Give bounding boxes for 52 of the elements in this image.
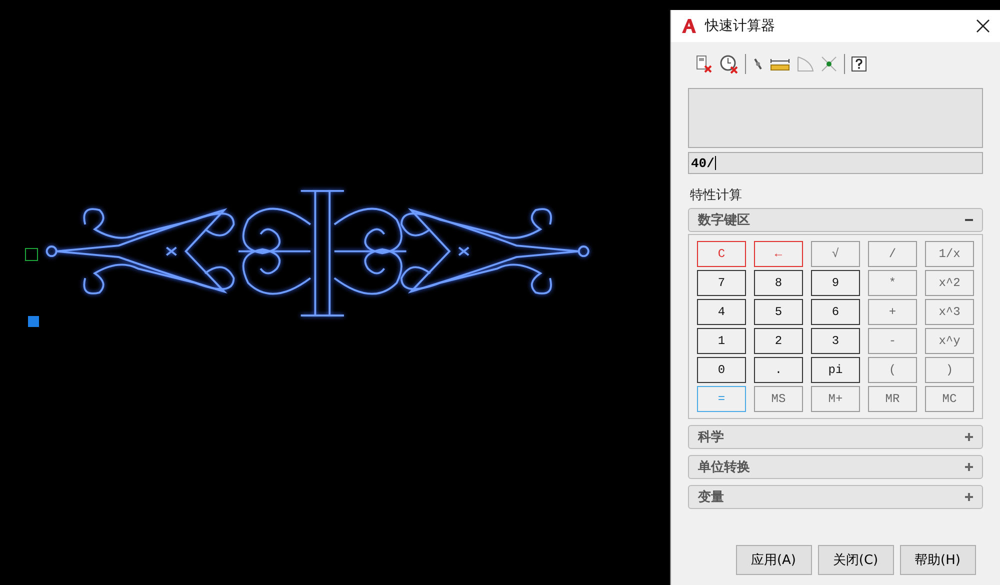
keypad-key[interactable]: 9 (811, 270, 860, 296)
keypad-key[interactable]: MC (925, 386, 974, 412)
keypad-key[interactable]: 6 (811, 299, 860, 325)
clear-icon[interactable] (695, 55, 713, 73)
keypad-key[interactable]: √ (811, 241, 860, 267)
keypad-key[interactable]: 2 (754, 328, 803, 354)
keypad-key[interactable]: * (868, 270, 917, 296)
section-label: 特性计算 (690, 187, 743, 204)
keypad-key[interactable]: ( (868, 357, 917, 383)
keypad-key[interactable]: 5 (754, 299, 803, 325)
keypad-key[interactable]: 4 (697, 299, 746, 325)
grip-handle[interactable] (28, 316, 39, 327)
keypad-key[interactable]: 0 (697, 357, 746, 383)
keypad-key[interactable]: ) (925, 357, 974, 383)
ruler-icon[interactable] (770, 57, 790, 71)
keypad-key[interactable]: 3 (811, 328, 860, 354)
app-logo-icon (681, 18, 697, 34)
keypad-key[interactable]: x^3 (925, 299, 974, 325)
keypad-key[interactable]: C (697, 241, 746, 267)
expand-icon[interactable] (964, 432, 974, 442)
keypad-key[interactable]: 1 (697, 328, 746, 354)
keypad-key[interactable]: pi (811, 357, 860, 383)
keypad-key[interactable]: x^2 (925, 270, 974, 296)
keypad-key[interactable]: 8 (754, 270, 803, 296)
section-header[interactable]: 科学 (688, 425, 983, 449)
dialog-button[interactable]: 应用(A) (736, 545, 812, 575)
grip-handle[interactable] (25, 248, 38, 261)
expression-input-field[interactable]: 40/ (688, 152, 983, 174)
keypad-key[interactable]: / (868, 241, 917, 267)
section-header[interactable]: 变量 (688, 485, 983, 509)
pick-point-icon[interactable] (752, 56, 764, 72)
expand-icon[interactable] (964, 492, 974, 502)
keypad-key[interactable]: 1/x (925, 241, 974, 267)
keypad-key[interactable]: x^y (925, 328, 974, 354)
section-header[interactable]: 单位转换 (688, 455, 983, 479)
window-title: 快速计算器 (705, 17, 776, 35)
keypad-key[interactable]: MR (868, 386, 917, 412)
close-icon[interactable] (976, 19, 990, 33)
keypad-key[interactable]: MS (754, 386, 803, 412)
dialog-button[interactable]: 帮助(H) (900, 545, 976, 575)
keypad-key[interactable]: . (754, 357, 803, 383)
keypad-key[interactable]: + (868, 299, 917, 325)
keypad-key[interactable]: 7 (697, 270, 746, 296)
keypad-key[interactable]: - (868, 328, 917, 354)
keypad-key[interactable]: M+ (811, 386, 860, 412)
keypad-key[interactable]: ← (754, 241, 803, 267)
history-clear-icon[interactable] (719, 54, 739, 74)
help-icon[interactable] (851, 56, 867, 72)
dialog-button[interactable]: 关闭(C) (818, 545, 894, 575)
intersection-icon[interactable] (820, 55, 838, 73)
expand-icon[interactable] (964, 462, 974, 472)
section-header[interactable]: 数字键区 (688, 208, 983, 232)
